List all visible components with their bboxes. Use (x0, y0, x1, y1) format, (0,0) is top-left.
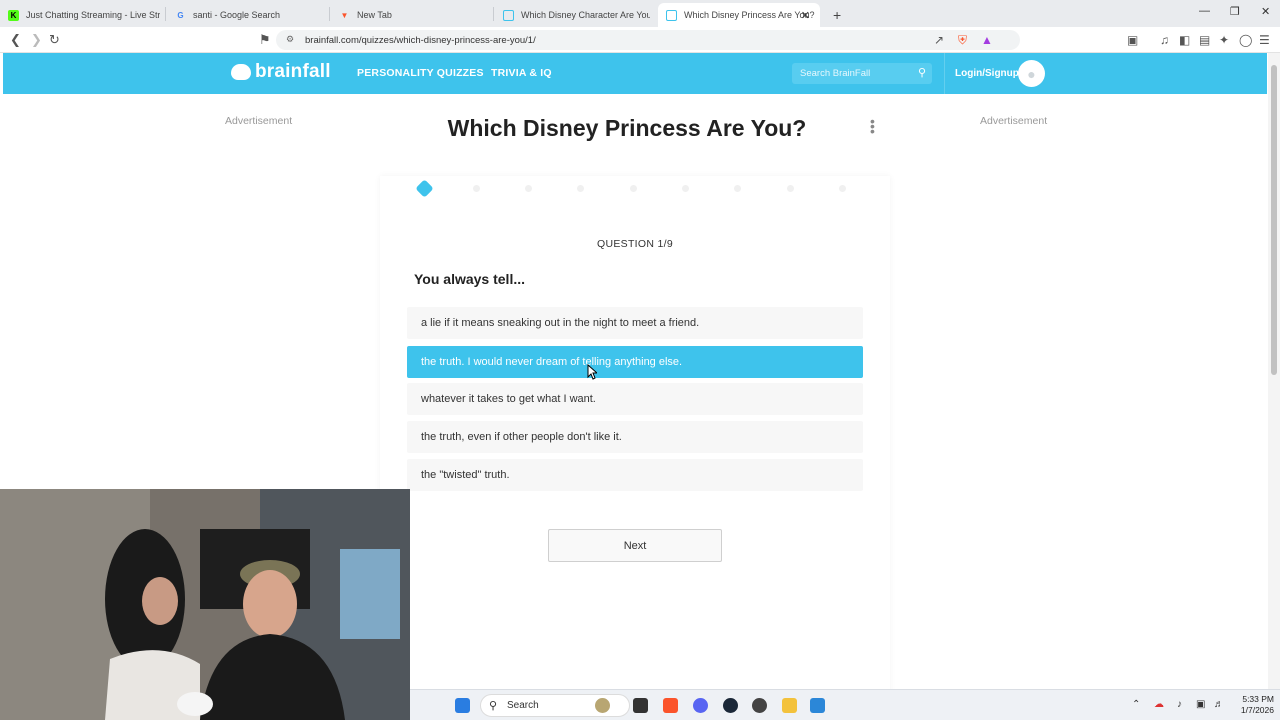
user-avatar-icon[interactable]: ● (1018, 60, 1045, 87)
url-text: brainfall.com/quizzes/which-disney-princ… (305, 34, 536, 46)
chevron-up-icon[interactable]: ⌃ (1132, 699, 1140, 710)
advertisement-left: Advertisement (225, 115, 293, 127)
system-clock[interactable]: 5:33 PM 1/7/2026 (1230, 694, 1274, 716)
brave-rewards-icon[interactable]: ▲ (981, 33, 993, 47)
tab-label: santi - Google Search (193, 10, 281, 20)
leo-ai-icon[interactable]: ✦ (1219, 33, 1229, 47)
webcam-overlay (0, 489, 410, 720)
bookmark-icon[interactable]: ⚑ (259, 32, 271, 48)
steam-icon[interactable] (723, 698, 738, 713)
brainfall-logo[interactable]: brainfall (231, 61, 331, 83)
tab-search-icon[interactable]: ▣ (1127, 33, 1138, 47)
weather-icon[interactable] (595, 698, 610, 713)
progress-dot (682, 185, 689, 192)
nav-personality-quizzes[interactable]: PERSONALITY QUIZZES (357, 67, 484, 79)
google-icon: G (177, 10, 184, 20)
plus-icon: + (833, 7, 842, 23)
tab-new-tab[interactable]: ▼ New Tab (331, 3, 491, 27)
microsoft-store-icon[interactable] (810, 698, 825, 713)
site-search-input[interactable]: Search BrainFall ⚲ (792, 63, 932, 84)
more-options-icon[interactable]: • • • (870, 114, 875, 138)
sidebar-icon[interactable]: ◧ (1179, 33, 1190, 47)
tab-label: Which Disney Princess Are You? (684, 10, 815, 20)
clock-time: 5:33 PM (1242, 694, 1274, 704)
search-icon[interactable]: ⚲ (918, 66, 926, 79)
brainfall-icon (666, 9, 677, 21)
answer-option-1[interactable]: a lie if it means sneaking out in the ni… (407, 307, 863, 339)
answer-option-2[interactable]: the truth. I would never dream of tellin… (407, 346, 863, 378)
tab-label: Just Chatting Streaming - Live Stream (26, 10, 160, 20)
tab-disney-princess[interactable]: Which Disney Princess Are You? ✕ (658, 3, 820, 27)
page-title: Which Disney Princess Are You? (447, 115, 807, 141)
tab-disney-character[interactable]: Which Disney Character Are You? | Br (495, 3, 650, 27)
tab-label: Which Disney Character Are You? | Br (521, 10, 650, 20)
menu-icon[interactable]: ☰ (1259, 33, 1270, 47)
restore-icon[interactable]: ❐ (1230, 5, 1240, 18)
discord-icon[interactable] (693, 698, 708, 713)
question-number: QUESTION 1/9 (597, 238, 673, 250)
brave-icon: ▼ (340, 10, 349, 20)
answer-option-3[interactable]: whatever it takes to get what I want. (407, 383, 863, 415)
microphone-icon[interactable]: ♪ (1177, 699, 1182, 710)
network-icon[interactable]: ▣ (1196, 699, 1205, 710)
vpn-icon[interactable]: ◯ (1239, 33, 1252, 47)
page-scrollbar[interactable] (1268, 53, 1280, 689)
new-tab-button[interactable]: + (825, 3, 845, 27)
search-icon: ⚲ (489, 700, 498, 712)
brain-icon (231, 64, 251, 80)
media-icon[interactable]: ♫ (1160, 33, 1169, 47)
windows-start-icon[interactable] (455, 698, 470, 713)
address-toolbar: ❮ ❯ ↻ ⚑ ⚙ brainfall.com/quizzes/which-di… (0, 27, 1280, 53)
tab-google-search[interactable]: G santi - Google Search (167, 3, 327, 27)
back-icon[interactable]: ❮ (10, 32, 21, 48)
progress-dot (472, 185, 480, 192)
tab-label: New Tab (357, 10, 392, 20)
wallet-icon[interactable]: ▤ (1199, 33, 1210, 47)
task-view-icon[interactable] (633, 698, 648, 713)
brave-shields-icon[interactable]: ⛨ (958, 33, 967, 48)
mouse-cursor-icon (587, 364, 597, 380)
tab-just-chatting[interactable]: K Just Chatting Streaming - Live Stream (0, 3, 160, 27)
advertisement-right: Advertisement (980, 115, 1048, 127)
browser-tab-strip: K Just Chatting Streaming - Live Stream … (0, 0, 1280, 27)
question-text: You always tell... (414, 271, 526, 287)
obs-icon[interactable] (752, 698, 767, 713)
forward-icon[interactable]: ❯ (31, 32, 42, 48)
progress-dot (838, 185, 846, 192)
close-window-icon[interactable]: ✕ (1261, 5, 1270, 18)
answer-option-4[interactable]: the truth, even if other people don't li… (407, 421, 863, 453)
brainfall-icon (503, 9, 514, 21)
windows-taskbar: ⚲ Search ⌃ ☁ ♪ ▣ ♬ 5:33 PM 1/7/2026 (410, 689, 1280, 720)
answer-option-5[interactable]: the "twisted" truth. (407, 459, 863, 491)
clock-date: 1/7/2026 (1240, 705, 1274, 715)
brave-browser-icon[interactable] (663, 698, 678, 713)
scrollbar-thumb[interactable] (1271, 65, 1277, 375)
security-icon[interactable]: ☁ (1154, 699, 1164, 710)
close-tab-icon[interactable]: ✕ (801, 9, 810, 22)
progress-dot (786, 185, 794, 192)
volume-icon[interactable]: ♬ (1214, 699, 1224, 710)
site-info-icon[interactable]: ⚙ (286, 34, 294, 45)
taskbar-search-label: Search (507, 700, 539, 711)
nav-trivia-iq[interactable]: TRIVIA & IQ (491, 67, 552, 79)
login-signup-link[interactable]: Login/Signup (955, 68, 1019, 79)
file-explorer-icon[interactable] (782, 698, 797, 713)
share-icon[interactable]: ↗ (934, 33, 944, 47)
kick-icon: K (8, 9, 19, 21)
logo-text: brainfall (255, 61, 331, 82)
site-header: brainfall PERSONALITY QUIZZES TRIVIA & I… (3, 53, 1267, 94)
minimize-icon[interactable]: — (1199, 5, 1210, 17)
next-button[interactable]: Next (548, 529, 722, 562)
search-placeholder: Search BrainFall (800, 68, 871, 79)
header-divider (944, 53, 945, 94)
progress-dot (629, 185, 637, 192)
reload-icon[interactable]: ↻ (49, 32, 60, 48)
url-field[interactable]: ⚙ brainfall.com/quizzes/which-disney-pri… (276, 30, 1020, 50)
